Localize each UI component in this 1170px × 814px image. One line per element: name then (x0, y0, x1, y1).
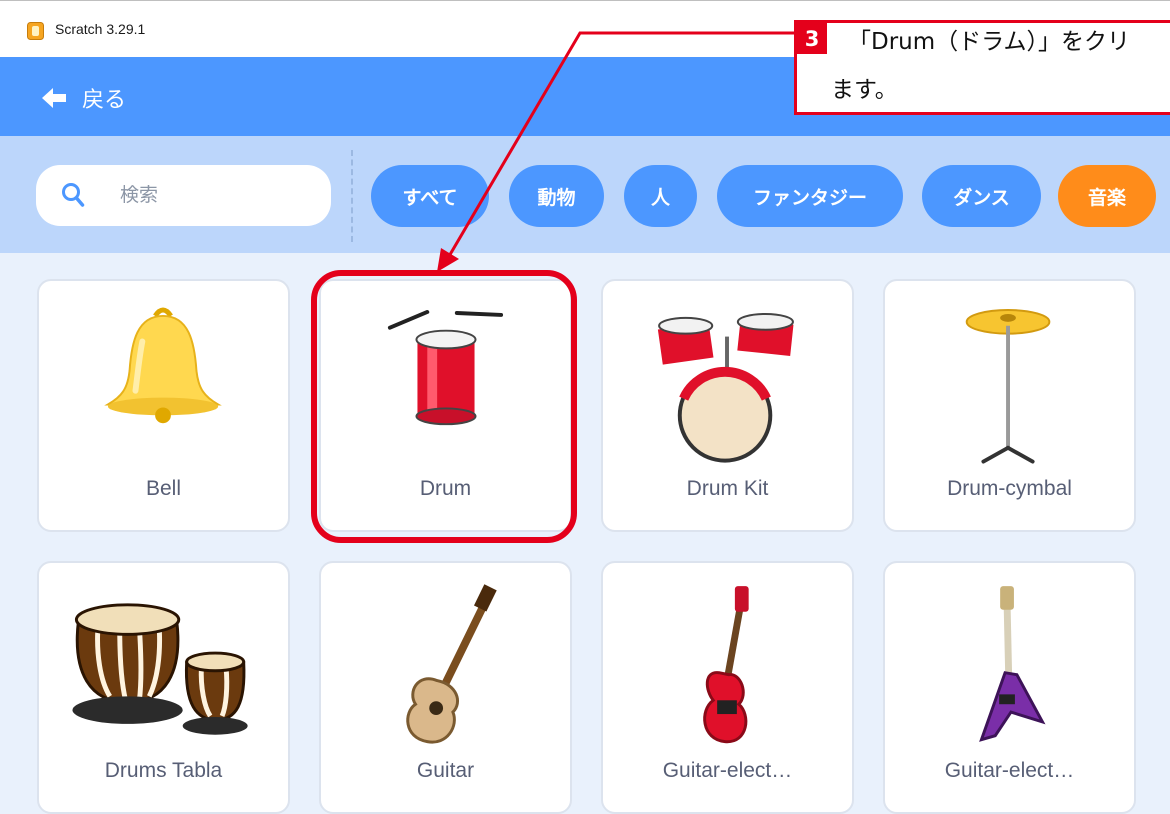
callout-text-line1: 「Drum（ドラム）」をクリ (848, 29, 1130, 55)
step-number-badge: 3 (797, 23, 827, 54)
callout-text-line2: ます。 (831, 77, 898, 103)
annotation-arrow (437, 31, 794, 272)
